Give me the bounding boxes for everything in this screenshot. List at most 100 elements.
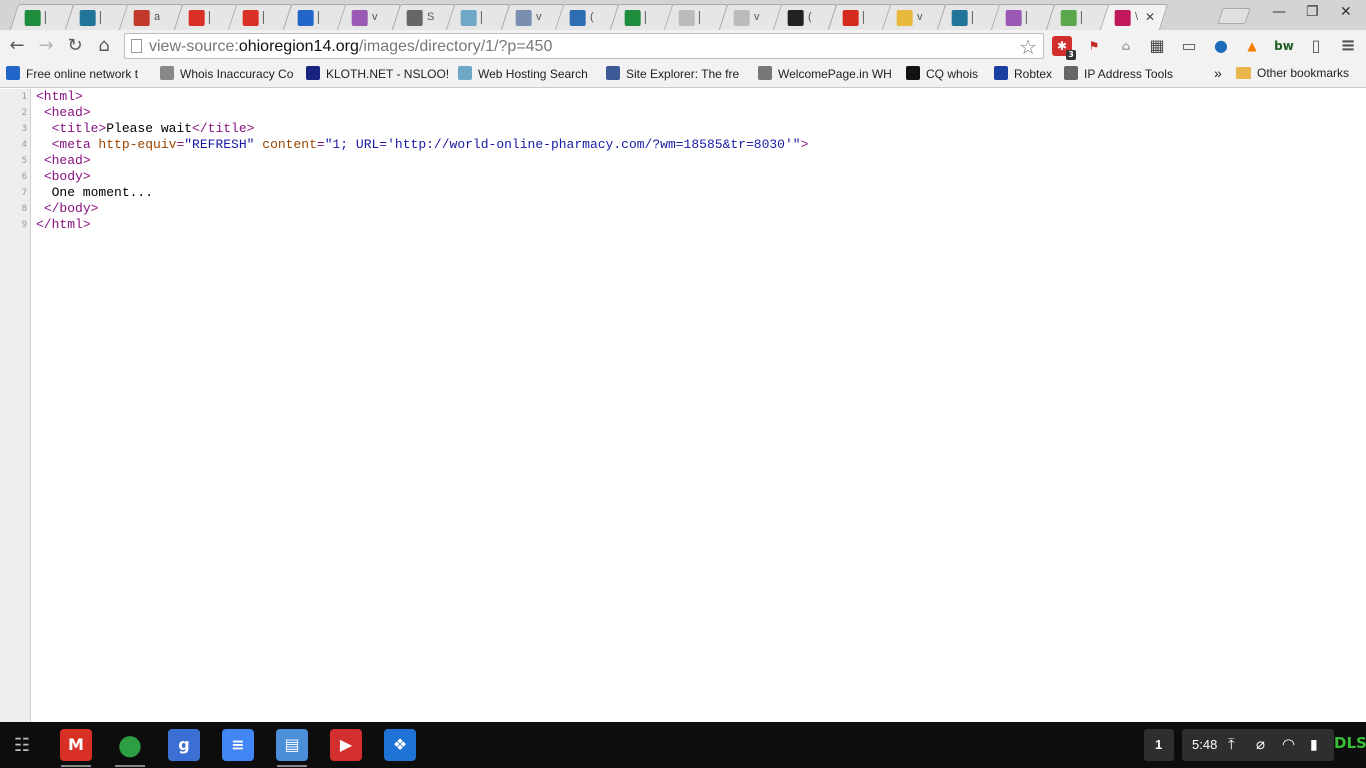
film-icon[interactable]: ▦ xyxy=(1147,36,1167,56)
robtex-icon xyxy=(994,66,1008,80)
bw-icon[interactable]: bw xyxy=(1274,36,1294,56)
bookmark-item[interactable]: Free online network t xyxy=(6,66,138,84)
tab[interactable]: ▏ xyxy=(227,4,293,30)
home-button[interactable]: ⌂ xyxy=(93,35,115,57)
tab-active[interactable]: \ ✕ xyxy=(1099,4,1169,30)
close-tab-icon[interactable]: ✕ xyxy=(1145,10,1155,24)
chrome-icon[interactable]: ● xyxy=(114,729,146,761)
bookmark-item[interactable]: IP Address Tools xyxy=(1064,66,1173,84)
youtube-icon[interactable]: ▶ xyxy=(330,729,362,761)
bookmark-item[interactable]: Site Explorer: The fre xyxy=(606,66,739,84)
source-line: <body> xyxy=(36,169,91,185)
gear-icon xyxy=(758,66,772,80)
bookmarks-bar: Free online network t Whois Inaccuracy Co… xyxy=(0,62,1366,88)
ghostery-icon[interactable]: ⌂ xyxy=(1116,36,1136,56)
other-bookmarks-label: Other bookmarks xyxy=(1257,66,1350,80)
tab[interactable]: ( xyxy=(554,4,620,30)
sheets-icon xyxy=(624,10,641,26)
html-tag: <head> xyxy=(43,105,91,120)
bookmarks-overflow-button[interactable]: » xyxy=(1214,65,1222,83)
url-text[interactable]: view-source:ohioregion14.org/images/dire… xyxy=(149,38,552,56)
bookmark-star-icon[interactable]: ☆ xyxy=(1019,35,1037,59)
line-number: 3 xyxy=(21,124,27,134)
google-search-icon[interactable]: g xyxy=(168,729,200,761)
new-tab-button[interactable] xyxy=(1217,8,1251,24)
reload-button[interactable]: ↻ xyxy=(64,35,86,57)
app-launcher-icon[interactable]: ☷ xyxy=(6,729,38,761)
tab[interactable]: ▏ xyxy=(990,4,1056,30)
tab-title: ▏ xyxy=(971,12,980,24)
address-bar[interactable]: view-source:ohioregion14.org/images/dire… xyxy=(124,33,1044,59)
gmail-icon xyxy=(242,10,259,26)
menu-icon[interactable]: ≡ xyxy=(1338,36,1358,56)
forward-button[interactable]: → xyxy=(35,35,57,57)
line-number: 1 xyxy=(21,92,27,102)
html-tag: = xyxy=(316,137,325,152)
bookmark-item[interactable]: Whois Inaccuracy Co xyxy=(160,66,293,84)
user-number: 1 xyxy=(1155,737,1163,752)
sidebar-icon[interactable]: ▯ xyxy=(1306,36,1326,56)
tab[interactable]: ▏ xyxy=(663,4,729,30)
shield-icon xyxy=(460,10,477,26)
bookmark-item[interactable]: WelcomePage.in WH xyxy=(758,66,892,84)
sheets-icon xyxy=(24,10,41,26)
tab[interactable]: ▏ xyxy=(445,4,511,30)
source-line: One moment... xyxy=(36,185,153,201)
firefox-icon[interactable]: ▲ xyxy=(1242,36,1262,56)
colorful-icon xyxy=(351,10,368,26)
source-line: <html> xyxy=(36,89,83,105)
user-indicator[interactable]: 1 xyxy=(1144,729,1174,761)
kloth-icon xyxy=(306,66,320,80)
html-tag: </body> xyxy=(43,201,99,216)
app-glyph: ≡ xyxy=(231,735,245,754)
bookmark-item[interactable]: Web Hosting Search xyxy=(458,66,588,84)
html-tag: <head> xyxy=(43,153,91,168)
text-content xyxy=(36,137,52,152)
browser-toolbar: ← → ↻ ⌂ view-source:ohioregion14.org/ima… xyxy=(0,30,1366,62)
minimize-button[interactable]: — xyxy=(1272,4,1286,20)
tab[interactable]: ▏ xyxy=(9,4,75,30)
line-number: 2 xyxy=(21,108,27,118)
back-button[interactable]: ← xyxy=(6,35,28,57)
html-tag: <title> xyxy=(51,121,107,136)
tab[interactable]: v xyxy=(336,4,402,30)
line-number: 8 xyxy=(21,204,27,214)
tab[interactable]: v xyxy=(881,4,947,30)
flag-icon[interactable]: ⚑ xyxy=(1084,36,1104,56)
app-glyph: M xyxy=(68,735,84,754)
page-icon xyxy=(131,39,142,53)
html-tag: <body> xyxy=(43,169,91,184)
files-icon[interactable]: ▤ xyxy=(276,729,308,761)
text-content xyxy=(36,153,44,168)
tab-title: v xyxy=(917,11,923,23)
notifications-off-icon: ⌀ xyxy=(1256,736,1266,753)
other-bookmarks[interactable]: Other bookmarks xyxy=(1236,66,1349,84)
tab-title: v xyxy=(535,11,542,23)
globe-icon[interactable]: ● xyxy=(1211,36,1231,56)
attribute-name: http-equiv xyxy=(98,137,177,152)
bookmark-item[interactable]: CQ whois xyxy=(906,66,978,84)
attribute-value: "1; URL='http://world-online-pharmacy.co… xyxy=(324,137,801,152)
html-tag: <html> xyxy=(36,89,83,104)
tab[interactable]: a xyxy=(118,4,184,30)
status-tray[interactable]: 5:48 ⤒ ⌀ ◠ ▮ xyxy=(1182,729,1334,761)
system-shelf: ☷ M ● g ≡ ▤ ▶ ❖ 1 5:48 ⤒ ⌀ ◠ ▮ DLS xyxy=(0,722,1366,768)
text-content xyxy=(36,121,52,136)
canada-flag-icon xyxy=(842,10,859,26)
cast-icon[interactable]: ▭ xyxy=(1179,36,1199,56)
bookmark-item[interactable]: Robtex xyxy=(994,66,1052,84)
dropbox-icon[interactable]: ❖ xyxy=(384,729,416,761)
bookmark-label: WelcomePage.in WH xyxy=(778,67,892,81)
wordpress-icon xyxy=(79,10,96,26)
lastpass-icon[interactable]: ✱ 3 xyxy=(1052,36,1076,60)
docs-icon[interactable]: ≡ xyxy=(222,729,254,761)
restore-button[interactable]: ❐ xyxy=(1306,4,1319,20)
gmail-icon[interactable]: M xyxy=(60,729,92,761)
extension-badge: 3 xyxy=(1066,50,1076,60)
html-tag: <meta xyxy=(51,137,99,152)
url-scheme: view-source: xyxy=(149,38,239,55)
close-window-button[interactable]: ✕ xyxy=(1340,4,1352,20)
tab[interactable]: ( xyxy=(772,4,838,30)
url-host: ohioregion14.org xyxy=(238,38,359,55)
bookmark-item[interactable]: KLOTH.NET - NSLOO! xyxy=(306,66,448,84)
